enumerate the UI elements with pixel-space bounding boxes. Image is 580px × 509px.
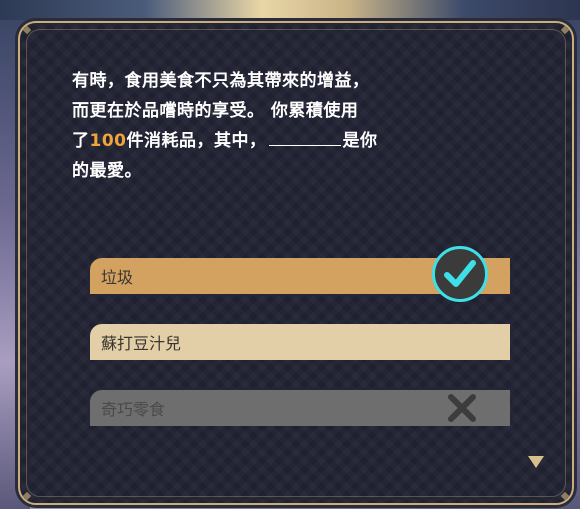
question-line-1: 有時，食用美食不只為其帶來的增益， [72,71,370,91]
question-line-4: 的最愛。 [72,161,142,181]
corner-ornament [22,491,32,501]
question-line-3-end: 是你 [342,131,378,151]
question-line-3-prefix: 了 [72,131,90,151]
corner-ornament [560,491,570,501]
answer-blank [268,127,341,146]
question-line-3: 了100件消耗品，其中， 是你 [72,126,412,156]
cross-icon [448,394,476,422]
option-label-1: 垃圾 [101,268,134,287]
corner-ornament [560,25,570,35]
corner-ornament [22,25,32,35]
option-label-2: 蘇打豆汁兒 [101,334,182,353]
question-line-2: 而更在於品嚐時的享受。 你累積使用 [72,101,359,121]
question-text: 有時，食用美食不只為其帶來的增益， 而更在於品嚐時的享受。 你累積使用 了100… [72,66,412,186]
option-button-2[interactable]: 蘇打豆汁兒 [90,324,510,360]
option-label-3: 奇巧零食 [101,400,166,419]
check-icon [432,246,488,302]
check-glyph [444,260,476,287]
consumable-count: 100 [89,131,127,151]
triangle-down-icon[interactable] [528,456,544,468]
question-line-3-suffix: 件消耗品，其中， [126,131,267,151]
